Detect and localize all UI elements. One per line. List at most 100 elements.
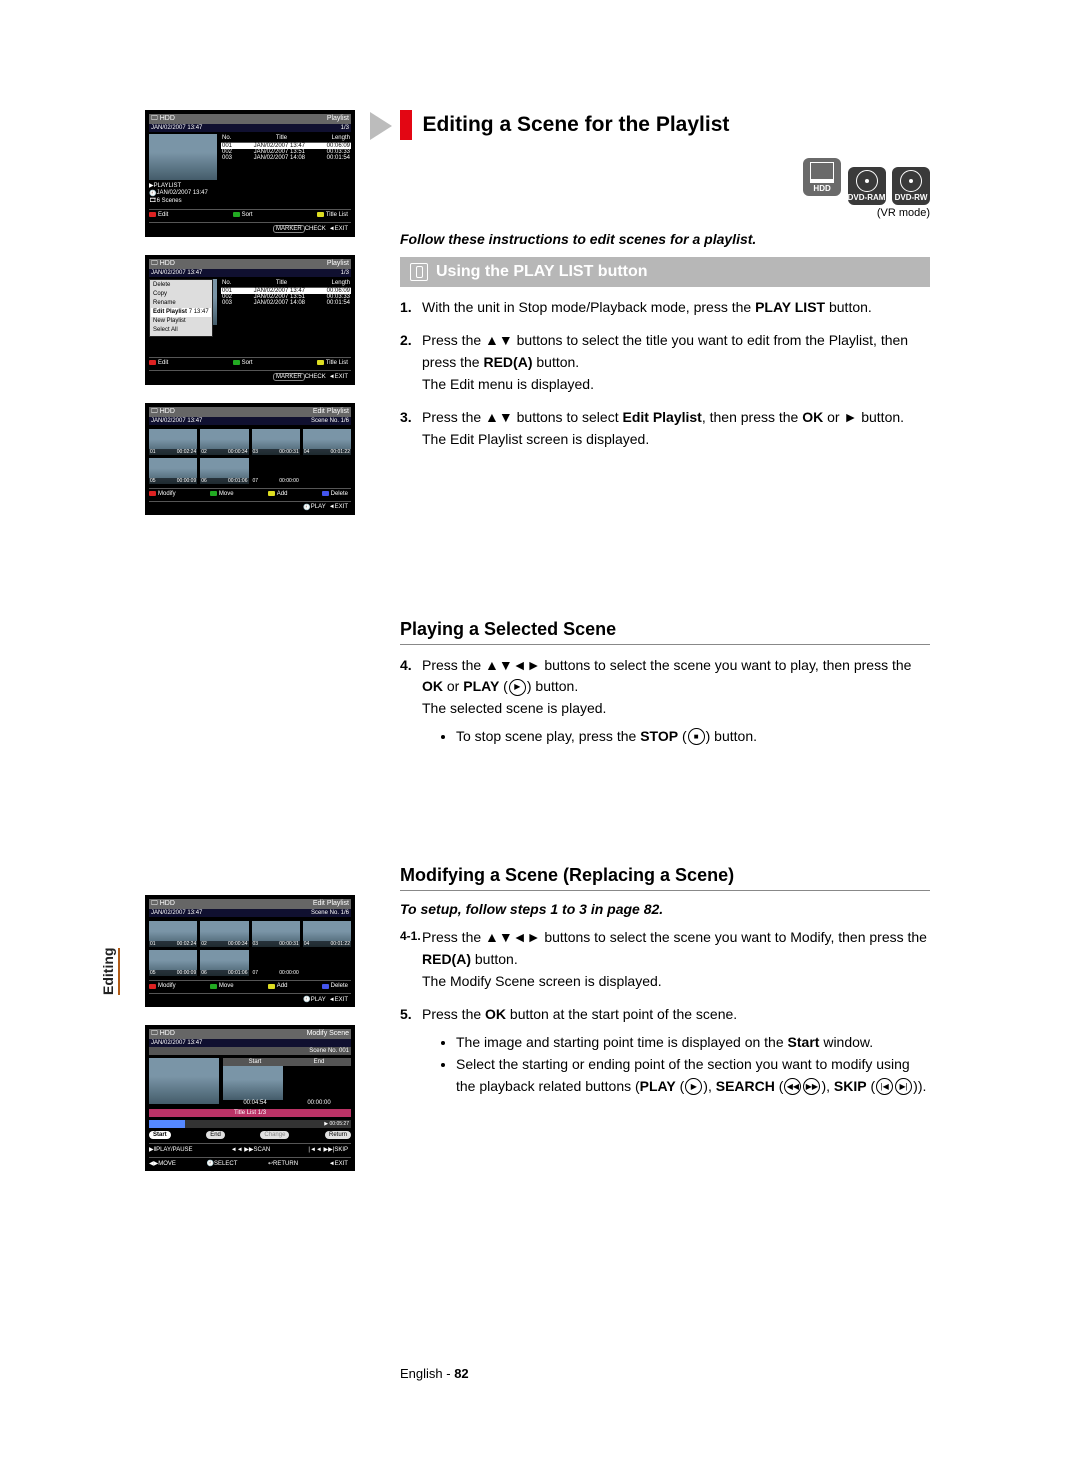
hdd-icon: HDD (803, 158, 841, 196)
scene-cell[interactable]: 0300:00:31 (252, 921, 300, 947)
foot-skip[interactable]: SKIP (334, 1147, 348, 1153)
foot-edit[interactable]: Edit (158, 212, 168, 218)
ui-context-menu: 🖵 HDDPlaylist JAN/02/2007 13:471/3 No.Ti… (145, 255, 355, 385)
scene-cell-empty (303, 950, 351, 976)
scene-grid: 0100:02:24 0200:00:34 0300:00:31 0400:01… (149, 429, 351, 484)
scene-cell[interactable]: 0100:02:24 (149, 429, 197, 455)
btn-change[interactable]: Change (260, 1131, 289, 1139)
ui-modify-scene: 🖵 HDDModify Scene JAN/02/2007 13:47 Scen… (145, 1025, 355, 1171)
th-title: Title (276, 135, 287, 141)
step-item: 1. With the unit in Stop mode/Playback m… (400, 297, 930, 319)
foot-return[interactable]: RETURN (273, 1161, 298, 1167)
foot-modify[interactable]: Modify (158, 491, 176, 497)
playlist-label: Playlist (250, 114, 351, 124)
footer-language: English (400, 1366, 443, 1381)
scene-cell[interactable]: 0400:01:22 (303, 921, 351, 947)
hand-pointing-icon (410, 263, 428, 281)
scene-cell[interactable]: 0500:00:09 (149, 458, 197, 484)
scene-cell[interactable]: 0700:00:00 (252, 458, 300, 484)
foot-select[interactable]: SELECT (214, 1161, 237, 1167)
playlist-button-heading: Using the PLAY LIST button (400, 257, 930, 287)
steps-list-3: 4-1. Press the ▲▼◄► buttons to select th… (400, 927, 930, 1097)
ffwd-icon: ▶▶ (803, 1078, 820, 1095)
edit-playlist-label: Edit Playlist (250, 407, 351, 417)
date-label: JAN/02/2007 13:47 (151, 125, 202, 131)
menu-edit-playlist[interactable]: Edit Playlist 7 13:47 (151, 308, 211, 317)
preview-thumb (149, 1058, 219, 1104)
edit-context-menu: Delete Copy Rename Edit Playlist 7 13:47… (149, 279, 213, 337)
manual-page: 🖵 HDDPlaylist JAN/02/2007 13:471/3 ▶ PLA… (0, 0, 1080, 1481)
scene-cell[interactable]: 0200:00:34 (200, 921, 248, 947)
thumbnail-image (149, 134, 217, 180)
menu-delete[interactable]: Delete (151, 281, 211, 290)
foot-title-list[interactable]: Title List (326, 212, 348, 218)
scene-cell[interactable]: 0300:00:31 (252, 429, 300, 455)
foot-add[interactable]: Add (277, 491, 288, 497)
setup-note: To setup, follow steps 1 to 3 in page 82… (400, 901, 930, 917)
dvd-rw-icon: DVD-RW (892, 167, 930, 205)
start-thumb (223, 1066, 283, 1100)
foot-check[interactable]: CHECK (305, 226, 326, 232)
stop-icon: ■ (688, 728, 705, 745)
disc-compatibility-row: HDD DVD-RAM DVD-RW (400, 158, 930, 205)
bar-time: 00:05:27 (330, 1121, 349, 1127)
bullet-item: The image and starting point time is dis… (456, 1032, 930, 1054)
modify-heading: Modifying a Scene (Replacing a Scene) (400, 865, 930, 891)
start-time: 00:04:54 (223, 1100, 287, 1106)
foot-exit[interactable]: EXIT (335, 1161, 348, 1167)
hdd-label: HDD (160, 115, 175, 122)
scene-number-label: Scene No. 001 (149, 1047, 351, 1055)
progress-bar[interactable]: ▶ 00:05:27 (149, 1120, 351, 1128)
scene-cell-empty (303, 458, 351, 484)
table-row[interactable]: 003JAN/02/2007 14:0800:01:54 (221, 300, 351, 306)
scene-cell[interactable]: 0200:00:34 (200, 429, 248, 455)
foot-sort[interactable]: Sort (242, 212, 253, 218)
th-length: Length (332, 135, 350, 141)
dvd-ram-icon: DVD-RAM (848, 167, 886, 205)
play-icon: ▶ (685, 1078, 702, 1095)
end-header: End (287, 1058, 351, 1066)
step-item: 3. Press the ▲▼ buttons to select Edit P… (400, 407, 930, 450)
ui-edit-playlist-grid: 🖵 HDDEdit Playlist JAN/02/2007 13:47Scen… (145, 403, 355, 515)
foot-exit[interactable]: EXIT (335, 226, 348, 232)
scene-cell[interactable]: 0600:01:06 (200, 458, 248, 484)
steps-list-2: 4. Press the ▲▼◄► buttons to select the … (400, 655, 930, 748)
ratio-label: 1/3 (341, 125, 349, 131)
main-heading-row: Editing a Scene for the Playlist (400, 110, 930, 140)
meta-scenes: 6 Scenes (157, 198, 182, 204)
bullet-item: To stop scene play, press the STOP (■) b… (456, 726, 930, 748)
btn-end[interactable]: End (206, 1131, 225, 1139)
scene-cell[interactable]: 0600:01:06 (200, 950, 248, 976)
scene-cell[interactable]: 0700:00:00 (252, 950, 300, 976)
end-thumb (287, 1066, 347, 1100)
menu-select-all[interactable]: Select All (151, 326, 211, 335)
scene-cell[interactable]: 0500:00:09 (149, 950, 197, 976)
menu-copy[interactable]: Copy (151, 290, 211, 299)
steps-list-1: 1. With the unit in Stop mode/Playback m… (400, 297, 930, 451)
step-item: 4-1. Press the ▲▼◄► buttons to select th… (400, 927, 930, 992)
play-icon: ▶ (509, 679, 526, 696)
modify-scene-label: Modify Scene (250, 1029, 351, 1039)
right-content: Editing a Scene for the Playlist HDD DVD… (400, 110, 930, 1111)
foot-move[interactable]: MOVE (158, 1161, 176, 1167)
btn-return[interactable]: Return (325, 1131, 351, 1139)
foot-play[interactable]: PLAY (311, 504, 326, 510)
menu-rename[interactable]: Rename (151, 299, 211, 308)
scene-cell[interactable]: 0100:02:24 (149, 921, 197, 947)
footer-page-number: 82 (454, 1366, 468, 1381)
red-bar-icon (400, 110, 412, 140)
rewind-icon: ◀◀ (784, 1078, 801, 1095)
foot-scan[interactable]: SCAN (254, 1147, 271, 1153)
meta-date: JAN/02/2007 13:47 (156, 190, 207, 196)
playing-heading: Playing a Selected Scene (400, 619, 930, 645)
foot-delete[interactable]: Delete (331, 491, 348, 497)
btn-start[interactable]: Start (149, 1131, 171, 1139)
table-row[interactable]: 003JAN/02/2007 14:0800:01:54 (221, 155, 351, 161)
ui-playlist-list: 🖵 HDDPlaylist JAN/02/2007 13:471/3 ▶ PLA… (145, 110, 355, 237)
foot-move[interactable]: Move (219, 491, 234, 497)
scene-cell[interactable]: 0400:01:22 (303, 429, 351, 455)
menu-new-playlist[interactable]: New Playlist (151, 317, 211, 326)
skip-fwd-icon: ▶| (895, 1078, 912, 1095)
foot-play-pause[interactable]: PLAY/PAUSE (156, 1147, 192, 1153)
main-heading: Editing a Scene for the Playlist (422, 113, 729, 137)
